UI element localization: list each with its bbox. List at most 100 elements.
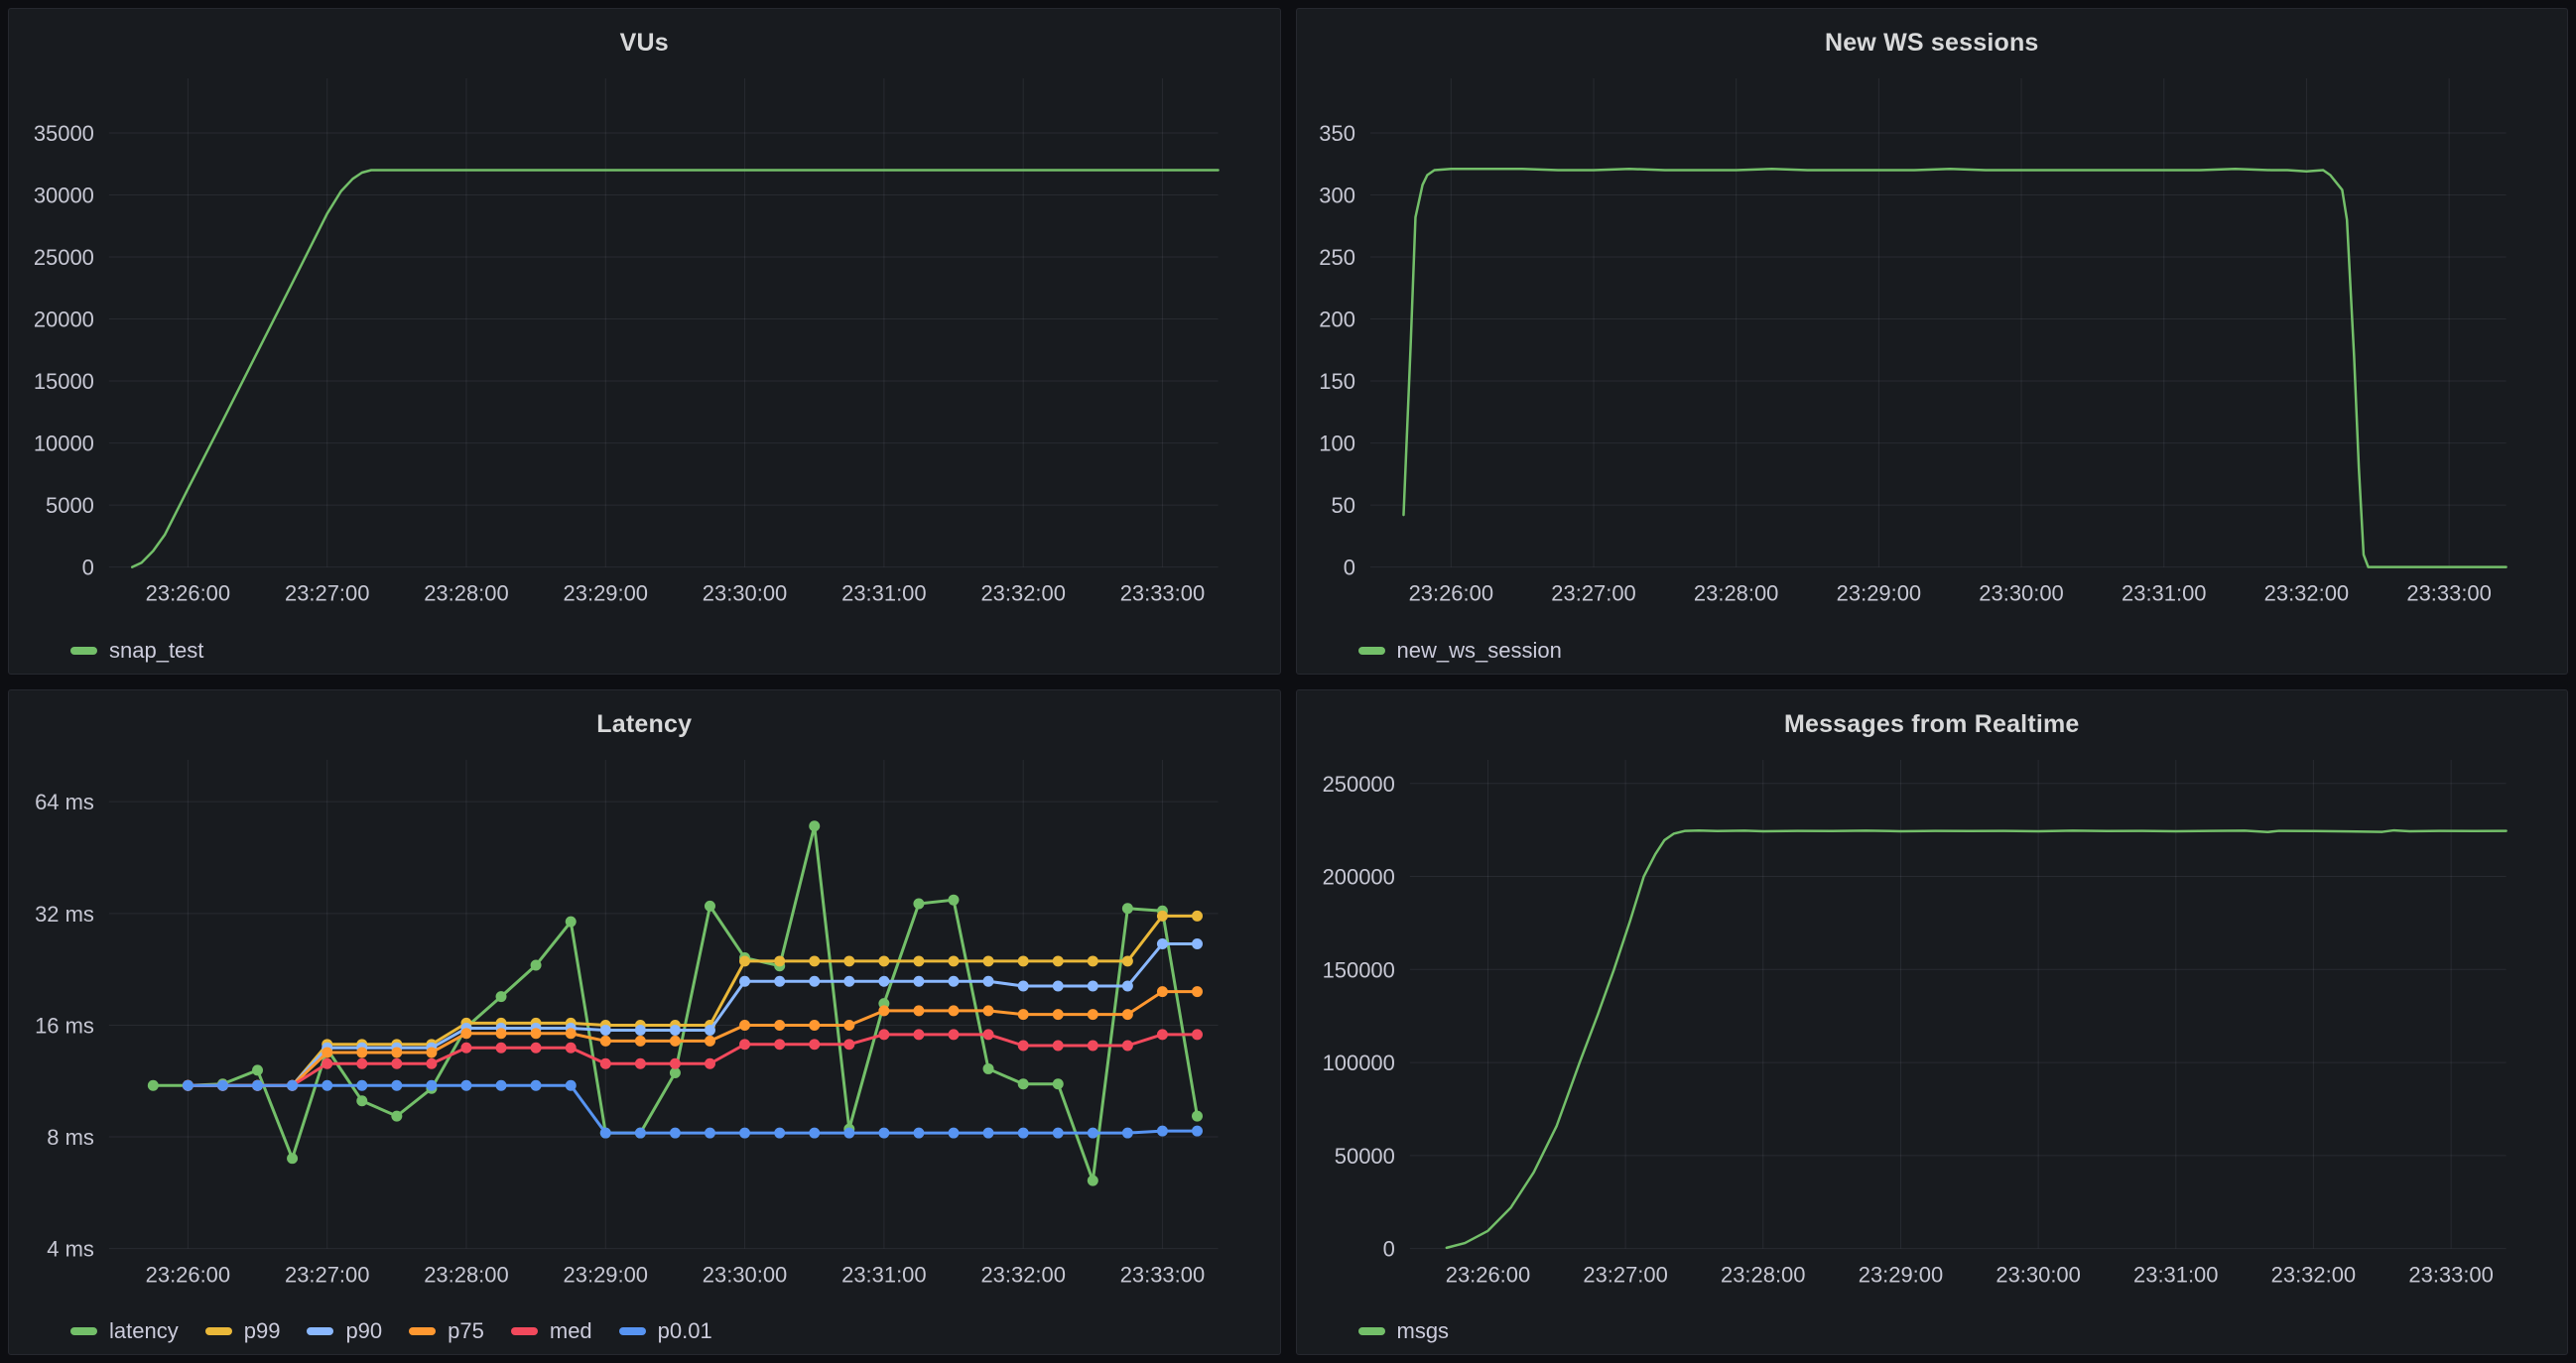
panel-title-vus[interactable]: VUs <box>9 9 1280 62</box>
svg-text:23:29:00: 23:29:00 <box>564 1262 648 1287</box>
svg-text:0: 0 <box>1382 1236 1394 1261</box>
svg-text:23:29:00: 23:29:00 <box>1836 581 1920 606</box>
svg-text:30000: 30000 <box>34 184 94 208</box>
svg-text:5000: 5000 <box>46 493 94 518</box>
legend-swatch-med <box>511 1327 538 1335</box>
panel-title-messages-from-realtime[interactable]: Messages from Realtime <box>1297 690 2568 744</box>
svg-text:23:31:00: 23:31:00 <box>2133 1262 2218 1287</box>
svg-text:15000: 15000 <box>34 369 94 394</box>
svg-text:23:32:00: 23:32:00 <box>980 1262 1065 1287</box>
svg-text:8 ms: 8 ms <box>47 1125 94 1150</box>
svg-text:150: 150 <box>1319 369 1355 394</box>
svg-text:4 ms: 4 ms <box>47 1236 94 1261</box>
svg-text:10000: 10000 <box>34 432 94 456</box>
legend-item-snap_test[interactable]: snap_test <box>70 638 203 664</box>
panel-vus: VUs 0 5000 10000 15000 20000 25000 30000 35000 2… <box>8 8 1281 675</box>
legend-label-p75: p75 <box>448 1318 484 1344</box>
svg-text:100000: 100000 <box>1322 1051 1394 1075</box>
svg-text:25000: 25000 <box>34 245 94 270</box>
legend-item-latency[interactable]: latency <box>70 1318 179 1344</box>
legend-label-msgs: msgs <box>1397 1318 1450 1344</box>
svg-text:23:31:00: 23:31:00 <box>841 581 926 606</box>
panel-title-latency[interactable]: Latency <box>9 690 1280 744</box>
panel-messages-from-realtime: Messages from Realtime 0 50000 100000 15000… <box>1296 689 2569 1356</box>
legend-item-p75[interactable]: p75 <box>409 1318 484 1344</box>
svg-text:23:32:00: 23:32:00 <box>980 581 1065 606</box>
latency-chart[interactable]: 4 ms 8 ms 16 ms 32 ms 64 ms 23:26:00 23:27:00 2… <box>9 744 1280 1309</box>
svg-text:64 ms: 64 ms <box>35 790 94 814</box>
svg-text:23:26:00: 23:26:00 <box>146 1262 230 1287</box>
svg-text:23:33:00: 23:33:00 <box>2406 581 2491 606</box>
dashboard-grid: VUs 050001000015000200002500030000350002… <box>0 0 2576 1363</box>
svg-text:23:29:00: 23:29:00 <box>1858 1262 1942 1287</box>
legend-item-med[interactable]: med <box>511 1318 592 1344</box>
svg-text:250: 250 <box>1319 245 1355 270</box>
panel-latency: Latency 4 ms 8 ms 16 ms 32 ms 64 ms 23:26:00 2… <box>8 689 1281 1356</box>
svg-text:23:28:00: 23:28:00 <box>424 1262 508 1287</box>
legend-swatch-msgs <box>1358 1327 1385 1335</box>
panel-title-new-ws-sessions[interactable]: New WS sessions <box>1297 9 2568 62</box>
svg-text:23:33:00: 23:33:00 <box>2408 1262 2493 1287</box>
legend-swatch-p90 <box>307 1327 333 1335</box>
svg-text:23:30:00: 23:30:00 <box>703 581 787 606</box>
legend-label-med: med <box>550 1318 592 1344</box>
messages-from-realtime-chart[interactable]: 0 50000 100000 150000 200000 250000 23:26:00 23… <box>1297 744 2568 1309</box>
svg-text:50: 50 <box>1331 493 1354 518</box>
legend-item-p0.01[interactable]: p0.01 <box>619 1318 712 1344</box>
legend-label-p0.01: p0.01 <box>658 1318 712 1344</box>
svg-text:150000: 150000 <box>1322 957 1394 982</box>
legend-label-p90: p90 <box>345 1318 382 1344</box>
panel-new-ws-sessions: New WS sessions 0 50 100 150 200 250 300 350 23:… <box>1296 8 2569 675</box>
legend-label-p99: p99 <box>244 1318 281 1344</box>
legend-swatch-snap_test <box>70 647 97 655</box>
svg-text:32 ms: 32 ms <box>35 901 94 926</box>
legend-swatch-new_ws_session <box>1358 647 1385 655</box>
legend-label-snap_test: snap_test <box>109 638 203 664</box>
svg-text:23:33:00: 23:33:00 <box>1120 581 1205 606</box>
svg-text:23:30:00: 23:30:00 <box>1996 1262 2080 1287</box>
svg-text:23:27:00: 23:27:00 <box>285 581 369 606</box>
svg-text:300: 300 <box>1319 184 1355 208</box>
svg-text:23:26:00: 23:26:00 <box>1445 1262 1529 1287</box>
svg-text:23:27:00: 23:27:00 <box>285 1262 369 1287</box>
svg-text:23:28:00: 23:28:00 <box>1693 581 1777 606</box>
legend-item-p90[interactable]: p90 <box>307 1318 382 1344</box>
svg-text:23:33:00: 23:33:00 <box>1120 1262 1205 1287</box>
svg-text:23:31:00: 23:31:00 <box>2122 581 2206 606</box>
svg-text:0: 0 <box>1343 556 1354 580</box>
svg-text:20000: 20000 <box>34 308 94 332</box>
svg-text:35000: 35000 <box>34 121 94 146</box>
new-ws-sessions-legend: new_ws_session <box>1297 628 2568 674</box>
legend-item-msgs[interactable]: msgs <box>1358 1318 1450 1344</box>
svg-text:23:30:00: 23:30:00 <box>703 1262 787 1287</box>
legend-label-latency: latency <box>109 1318 179 1344</box>
svg-text:200: 200 <box>1319 308 1355 332</box>
legend-item-new_ws_session[interactable]: new_ws_session <box>1358 638 1562 664</box>
legend-label-new_ws_session: new_ws_session <box>1397 638 1562 664</box>
legend-swatch-p75 <box>409 1327 436 1335</box>
latency-legend: latency p99 p90 p75 med p0.01 <box>9 1308 1280 1354</box>
svg-text:23:30:00: 23:30:00 <box>1979 581 2063 606</box>
svg-text:350: 350 <box>1319 121 1355 146</box>
svg-text:23:27:00: 23:27:00 <box>1583 1262 1667 1287</box>
legend-swatch-p99 <box>205 1327 232 1335</box>
legend-swatch-p0.01 <box>619 1327 646 1335</box>
messages-from-realtime-legend: msgs <box>1297 1308 2568 1354</box>
svg-text:23:31:00: 23:31:00 <box>841 1262 926 1287</box>
svg-text:23:26:00: 23:26:00 <box>146 581 230 606</box>
vus-chart[interactable]: 0 5000 10000 15000 20000 25000 30000 35000 23:26… <box>9 62 1280 628</box>
svg-text:250000: 250000 <box>1322 771 1394 796</box>
svg-text:16 ms: 16 ms <box>35 1013 94 1038</box>
svg-text:23:32:00: 23:32:00 <box>2263 581 2348 606</box>
svg-text:23:27:00: 23:27:00 <box>1551 581 1635 606</box>
svg-text:23:29:00: 23:29:00 <box>564 581 648 606</box>
legend-item-p99[interactable]: p99 <box>205 1318 281 1344</box>
svg-text:23:28:00: 23:28:00 <box>1721 1262 1805 1287</box>
svg-text:23:32:00: 23:32:00 <box>2270 1262 2355 1287</box>
svg-text:100: 100 <box>1319 432 1355 456</box>
svg-text:0: 0 <box>82 556 94 580</box>
svg-text:200000: 200000 <box>1322 864 1394 889</box>
svg-text:50000: 50000 <box>1334 1143 1394 1168</box>
vus-legend: snap_test <box>9 628 1280 674</box>
new-ws-sessions-chart[interactable]: 05010015020025030035023:26:0023:27:0023:… <box>1297 62 2568 628</box>
